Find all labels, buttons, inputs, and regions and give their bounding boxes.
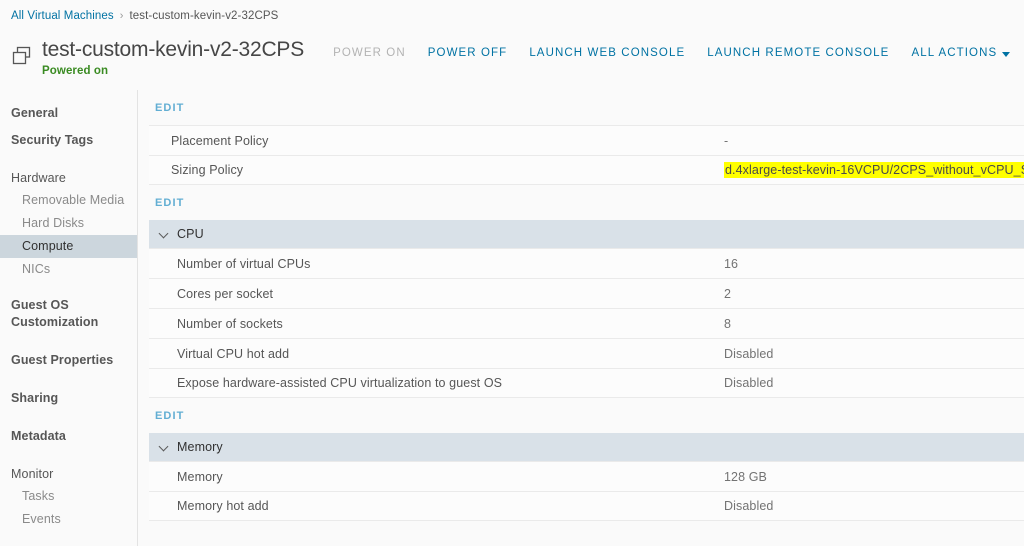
- sidebar-item-security-tags[interactable]: Security Tags: [0, 127, 137, 154]
- sidebar-item-removable-media[interactable]: Removable Media: [0, 189, 137, 212]
- cpu-section-title: CPU: [177, 227, 204, 241]
- cpu-section-header[interactable]: CPU: [149, 220, 1024, 248]
- chevron-down-icon: [159, 229, 169, 239]
- page-header: test-custom-kevin-v2-32CPS POWER ON POWE…: [0, 32, 1024, 90]
- sidebar-item-sharing[interactable]: Sharing: [0, 385, 137, 412]
- sidebar-group-monitor[interactable]: Monitor: [0, 461, 137, 485]
- table-row: Memory hot add Disabled: [149, 491, 1024, 521]
- row-label: Cores per socket: [177, 286, 274, 301]
- row-value: 128 GB: [724, 469, 767, 484]
- virtual-machine-icon: [11, 45, 33, 67]
- content-area: General Security Tags Hardware Removable…: [0, 90, 1024, 546]
- table-row: Sizing Policy d.4xlarge-test-kevin-16VCP…: [149, 155, 1024, 185]
- table-row: Memory 128 GB: [149, 461, 1024, 491]
- table-row: Number of virtual CPUs 16: [149, 248, 1024, 278]
- row-value: d.4xlarge-test-kevin-16VCPU/2CPS_without…: [724, 162, 1024, 178]
- power-off-button[interactable]: POWER OFF: [417, 47, 519, 59]
- row-label: Virtual CPU hot add: [177, 346, 290, 361]
- table-row: Expose hardware-assisted CPU virtualizat…: [149, 368, 1024, 398]
- all-actions-menu-button[interactable]: ALL ACTIONS: [900, 47, 1021, 59]
- breadcrumb-current: test-custom-kevin-v2-32CPS: [129, 10, 279, 22]
- launch-web-console-button[interactable]: LAUNCH WEB CONSOLE: [518, 47, 696, 59]
- sidebar-item-events[interactable]: Events: [0, 508, 137, 531]
- sidebar: General Security Tags Hardware Removable…: [0, 90, 138, 546]
- row-label: Memory hot add: [177, 499, 269, 513]
- memory-section-header[interactable]: Memory: [149, 433, 1024, 461]
- compute-settings-panel: EDIT Placement Policy - Sizing Policy d.…: [138, 90, 1024, 546]
- row-label: Placement Policy: [171, 133, 269, 148]
- sizing-policy-highlighted-value: d.4xlarge-test-kevin-16VCPU/2CPS_without…: [724, 162, 1024, 178]
- chevron-down-icon: [1002, 51, 1011, 57]
- sidebar-item-hard-disks[interactable]: Hard Disks: [0, 212, 137, 235]
- row-value: Disabled: [724, 499, 774, 513]
- status-badge: Powered on: [42, 65, 109, 77]
- edit-memory-button[interactable]: EDIT: [149, 398, 1024, 433]
- row-value: -: [724, 133, 729, 148]
- sidebar-item-compute[interactable]: Compute: [0, 235, 137, 258]
- sidebar-item-general[interactable]: General: [0, 100, 137, 127]
- row-value: 2: [724, 286, 732, 301]
- sidebar-item-nics[interactable]: NICs: [0, 258, 137, 281]
- table-row: Placement Policy -: [149, 125, 1024, 155]
- row-value: Disabled: [724, 346, 774, 361]
- action-bar: POWER ON POWER OFF LAUNCH WEB CONSOLE LA…: [322, 47, 1021, 59]
- breadcrumb-link-all-virtual-machines[interactable]: All Virtual Machines: [11, 10, 114, 22]
- policy-table: Placement Policy - Sizing Policy d.4xlar…: [149, 125, 1024, 185]
- cpu-table: Number of virtual CPUs 16 Cores per sock…: [149, 248, 1024, 398]
- title-row: test-custom-kevin-v2-32CPS POWER ON POWE…: [42, 38, 1021, 62]
- row-label: Number of virtual CPUs: [177, 256, 311, 271]
- launch-remote-console-button[interactable]: LAUNCH REMOTE CONSOLE: [696, 47, 900, 59]
- table-row: Cores per socket 2: [149, 278, 1024, 308]
- sidebar-group-hardware[interactable]: Hardware: [0, 165, 137, 189]
- row-label: Expose hardware-assisted CPU virtualizat…: [177, 376, 503, 390]
- row-label: Memory: [177, 469, 223, 484]
- row-value: 8: [724, 316, 732, 331]
- edit-policies-button[interactable]: EDIT: [149, 90, 1024, 125]
- table-row: Number of sockets 8: [149, 308, 1024, 338]
- row-label: Sizing Policy: [171, 163, 244, 177]
- table-row: Virtual CPU hot add Disabled: [149, 338, 1024, 368]
- sidebar-item-guest-properties[interactable]: Guest Properties: [0, 347, 137, 374]
- memory-section-title: Memory: [177, 440, 223, 454]
- memory-table: Memory 128 GB Memory hot add Disabled: [149, 461, 1024, 521]
- title-block: test-custom-kevin-v2-32CPS POWER ON POWE…: [42, 38, 1021, 77]
- chevron-down-icon: [159, 442, 169, 452]
- sidebar-item-guest-os-customization[interactable]: Guest OS Customization: [0, 292, 137, 336]
- row-value: 16: [724, 256, 739, 271]
- row-value: Disabled: [724, 376, 774, 390]
- sidebar-item-tasks[interactable]: Tasks: [0, 485, 137, 508]
- breadcrumb: All Virtual Machines › test-custom-kevin…: [0, 0, 1024, 32]
- all-actions-label: ALL ACTIONS: [911, 47, 998, 59]
- breadcrumb-separator-icon: ›: [119, 10, 124, 22]
- page-title: test-custom-kevin-v2-32CPS: [42, 38, 305, 61]
- row-label: Number of sockets: [177, 316, 283, 331]
- sidebar-item-metadata[interactable]: Metadata: [0, 423, 137, 450]
- edit-cpu-button[interactable]: EDIT: [149, 185, 1024, 220]
- power-on-button[interactable]: POWER ON: [322, 47, 417, 59]
